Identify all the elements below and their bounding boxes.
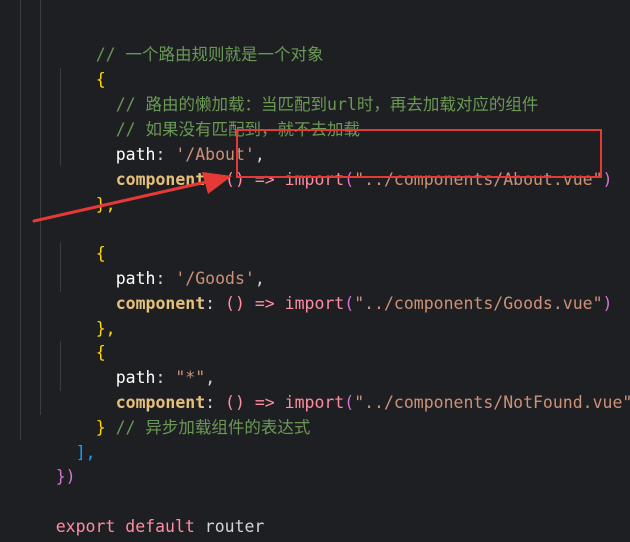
code-editor[interactable]: // 一个路由规则就是一个对象 { // 路由的懒加载：当匹配到url时，再去加…	[0, 0, 630, 542]
annotation-arrow-icon	[32, 172, 232, 223]
